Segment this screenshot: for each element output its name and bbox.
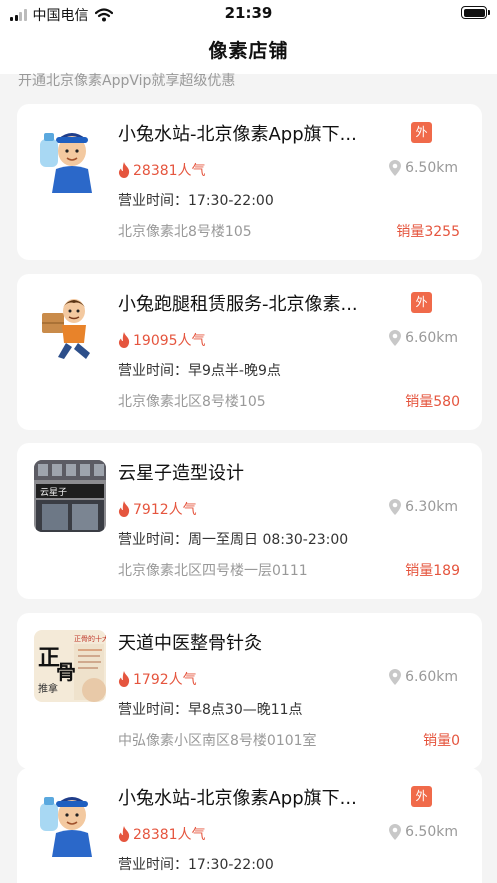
battery-icon	[461, 6, 490, 19]
shop-thumbnail: 云星子	[34, 460, 106, 532]
nav-bar: 像素店铺	[0, 26, 497, 74]
flame-icon	[118, 671, 130, 687]
distance-value: 6.30km	[405, 499, 458, 515]
promo-banner-text[interactable]: 开通北京像素AppVip就享超级优惠	[18, 70, 235, 90]
flame-icon	[118, 826, 130, 842]
shop-name: 小兔水站-北京像素App旗下...	[118, 124, 357, 145]
shop-card[interactable]: 小兔跑腿租赁服务-北京像素... 外 19095人气 6.60km 营业时间：早…	[17, 274, 482, 430]
distance: 6.50km	[389, 160, 458, 176]
sales-count: 销量0	[423, 733, 460, 749]
distance: 6.60km	[389, 669, 458, 685]
popularity-value: 1792人气	[133, 672, 197, 688]
shop-name: 云星子造型设计	[118, 463, 244, 484]
shop-name: 小兔跑腿租赁服务-北京像素...	[118, 294, 358, 315]
takeout-badge: 外	[411, 122, 432, 143]
sales-count: 销量3255	[396, 224, 460, 240]
distance: 6.30km	[389, 499, 458, 515]
sales-count: 销量189	[405, 563, 460, 579]
status-bar: 中国电信 21:39	[0, 0, 497, 26]
business-hours: 营业时间：周一至周日 08:30-23:00	[118, 532, 349, 548]
poster-char-right: 骨	[56, 660, 76, 684]
shop-thumbnail: 正骨的十大 正 骨 推拿	[34, 630, 106, 702]
location-pin-icon	[389, 669, 401, 685]
business-hours: 营业时间：早8点30—晚11点	[118, 702, 303, 718]
flame-icon	[118, 501, 130, 517]
takeout-badge: 外	[411, 786, 432, 807]
location-pin-icon	[389, 330, 401, 346]
location-pin-icon	[389, 160, 401, 176]
distance: 6.60km	[389, 330, 458, 346]
shop-card[interactable]: 正骨的十大 正 骨 推拿 天道中医整骨针灸 1792人气 6.60km 营业时间…	[17, 613, 482, 769]
popularity: 28381人气	[118, 824, 206, 844]
shop-card[interactable]: 云星子 云星子造型设计 7912人气 6.30km 营业时间：周一至周日 08:…	[17, 443, 482, 599]
flame-icon	[118, 162, 130, 178]
shop-name: 天道中医整骨针灸	[118, 633, 262, 654]
distance-value: 6.60km	[405, 669, 458, 685]
sales-count: 销量580	[405, 394, 460, 410]
distance: 6.50km	[389, 824, 458, 840]
shop-card[interactable]: 小兔水站-北京像素App旗下... 外 28381人气 6.50km 营业时间：…	[17, 768, 482, 883]
flame-icon	[118, 332, 130, 348]
salon-sign-text: 云星子	[40, 488, 68, 498]
shop-address: 北京像素北区四号楼一层0111	[118, 563, 308, 579]
location-pin-icon	[389, 824, 401, 840]
distance-value: 6.50km	[405, 824, 458, 840]
shop-thumbnail	[34, 121, 106, 193]
shop-address: 北京像素北区8号楼105	[118, 394, 266, 410]
shop-address: 北京像素北8号楼105	[118, 224, 252, 240]
page-title: 像素店铺	[208, 40, 289, 62]
distance-value: 6.50km	[405, 160, 458, 176]
poster-bottom: 推拿	[38, 684, 58, 695]
shop-address: 中弘像素小区南区8号楼0101室	[118, 733, 317, 749]
takeout-badge: 外	[411, 292, 432, 313]
popularity: 19095人气	[118, 330, 206, 350]
distance-value: 6.60km	[405, 330, 458, 346]
business-hours: 营业时间：17:30-22:00	[118, 193, 274, 209]
popularity: 7912人气	[118, 499, 197, 519]
shop-thumbnail	[34, 291, 106, 363]
shop-card[interactable]: 小兔水站-北京像素App旗下... 外 28381人气 6.50km 营业时间：…	[17, 104, 482, 260]
poster-title: 正骨的十大	[74, 635, 106, 643]
location-pin-icon	[389, 499, 401, 515]
popularity: 28381人气	[118, 160, 206, 180]
popularity-value: 28381人气	[133, 163, 206, 179]
shop-thumbnail	[34, 785, 106, 857]
business-hours: 营业时间：早9点半-晚9点	[118, 363, 281, 379]
popularity-value: 28381人气	[133, 827, 206, 843]
popularity-value: 19095人气	[133, 333, 206, 349]
status-time: 21:39	[224, 4, 273, 22]
popularity-value: 7912人气	[133, 502, 197, 518]
shop-name: 小兔水站-北京像素App旗下...	[118, 788, 357, 809]
business-hours: 营业时间：17:30-22:00	[118, 857, 274, 873]
popularity: 1792人气	[118, 669, 197, 689]
